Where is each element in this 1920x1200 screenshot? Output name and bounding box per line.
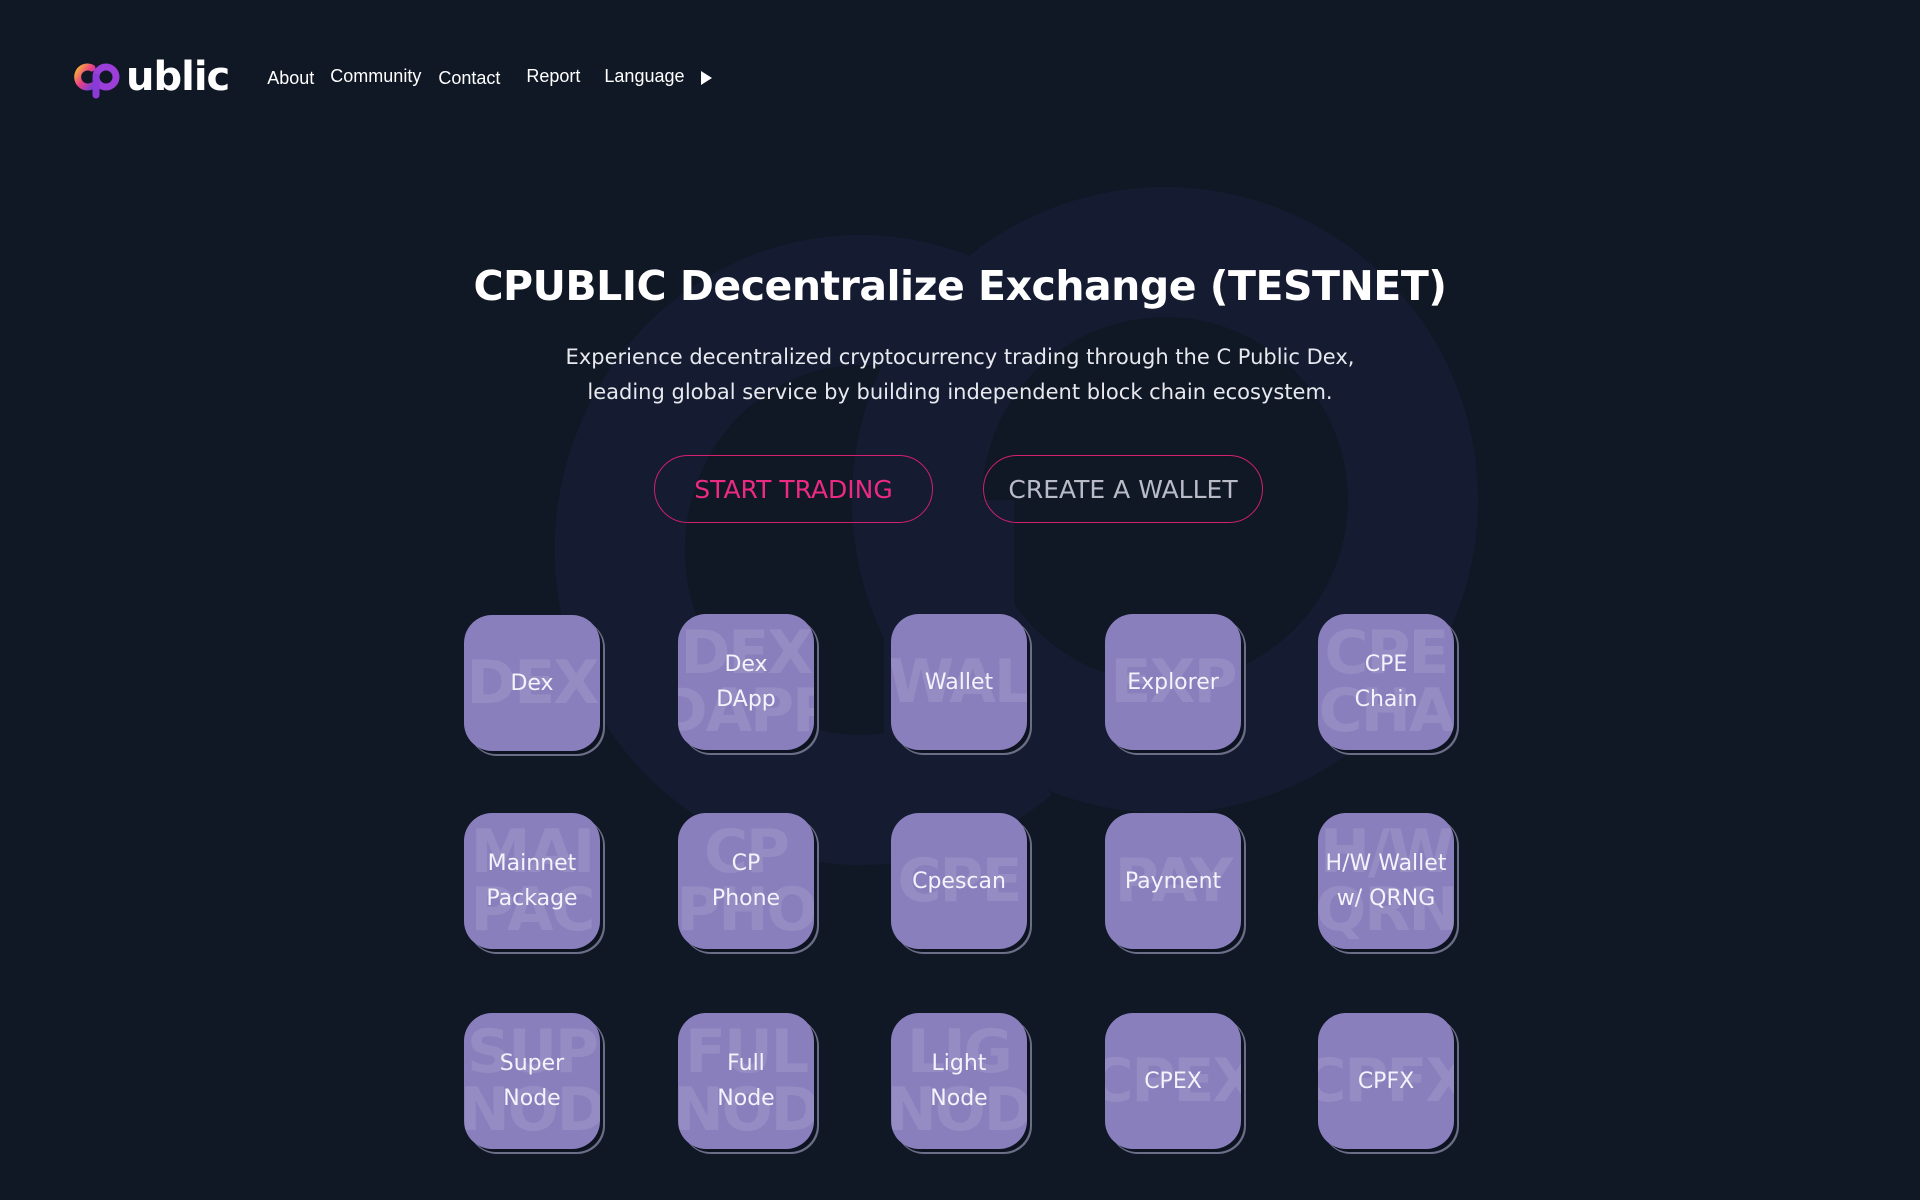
tile-cp-phone[interactable]: CP PHO CP Phone — [678, 813, 814, 949]
tile-label: Mainnet Package — [486, 851, 578, 911]
tile-label: CPEX — [1144, 1068, 1202, 1094]
tile-label: Dex — [510, 670, 554, 696]
tile-light-node[interactable]: LIG NOD Light Node — [891, 1013, 1027, 1149]
service-tiles-grid: DEX Dex DEX DAPP Dex DApp WAL Wallet EXP… — [0, 0, 1920, 1200]
tile-label: Dex DApp — [716, 652, 776, 712]
tile-label: Cpescan — [912, 868, 1006, 894]
tile-label: Super Node — [499, 1051, 565, 1111]
tile-cpex[interactable]: CPEX CPEX — [1105, 1013, 1241, 1149]
tile-full-node[interactable]: FUL NOD Full Node — [678, 1013, 814, 1149]
tile-cpfx[interactable]: CPFX CPFX — [1318, 1013, 1454, 1149]
tile-dex[interactable]: DEX Dex — [464, 615, 600, 751]
tile-dex-dapp[interactable]: DEX DAPP Dex DApp — [678, 614, 814, 750]
tile-cpe-chain[interactable]: CPE CHA CPE Chain — [1318, 614, 1454, 750]
tile-explorer[interactable]: EXP Explorer — [1105, 614, 1241, 750]
tile-label: Explorer — [1127, 669, 1219, 695]
tile-label: Payment — [1124, 868, 1222, 894]
tile-label: CPE Chain — [1354, 652, 1418, 712]
tile-label: Wallet — [924, 669, 994, 695]
tile-label: Full Node — [717, 1051, 775, 1111]
tile-label: CPFX — [1357, 1068, 1415, 1094]
tile-cpescan[interactable]: CPE Cpescan — [891, 813, 1027, 949]
tile-mainnet-package[interactable]: MAI PAC Mainnet Package — [464, 813, 600, 949]
tile-label: Light Node — [930, 1051, 988, 1111]
tile-super-node[interactable]: SUP NOD Super Node — [464, 1013, 600, 1149]
tile-hw-wallet-qrng[interactable]: H/W QRN H/W Wallet w/ QRNG — [1318, 813, 1454, 949]
page: ublic About Community Contact Report Lan… — [0, 0, 1920, 1200]
tile-wallet[interactable]: WAL Wallet — [891, 614, 1027, 750]
tile-label: CP Phone — [711, 851, 781, 911]
tile-payment[interactable]: PAY Payment — [1105, 813, 1241, 949]
tile-label: H/W Wallet w/ QRNG — [1325, 851, 1447, 911]
